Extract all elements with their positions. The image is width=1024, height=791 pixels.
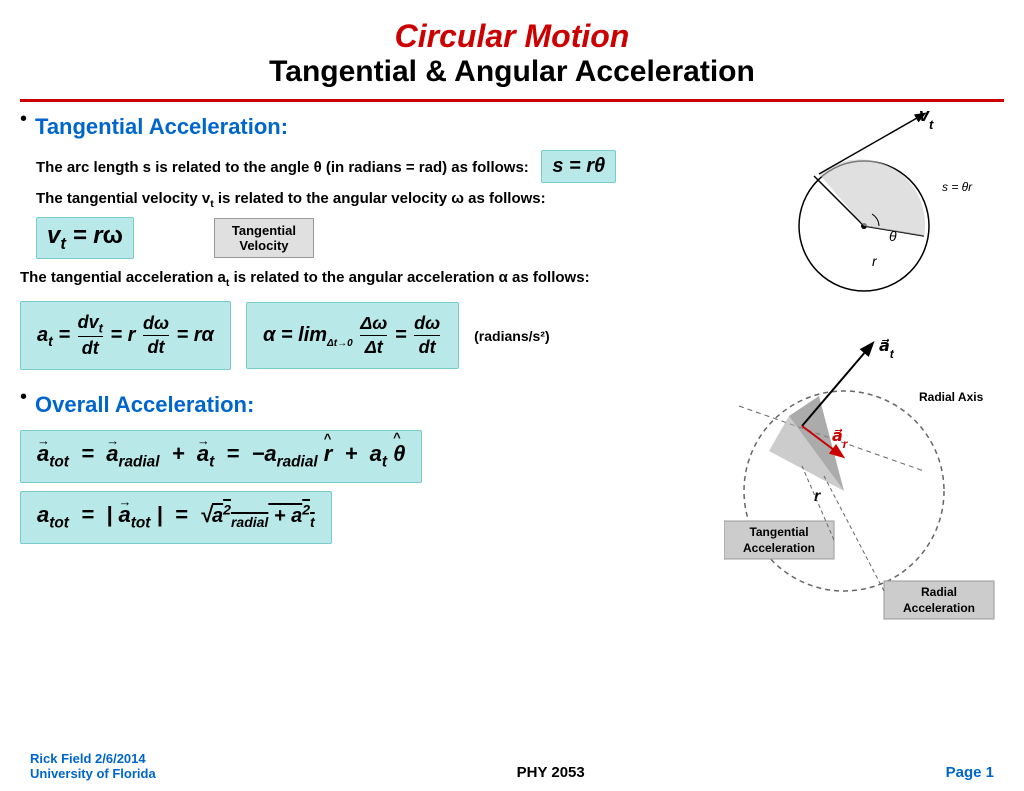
institution: University of Florida xyxy=(30,766,156,781)
tangential-velocity-label: TangentialVelocity xyxy=(214,218,314,258)
tangential-velocity-diagram: vt s = θr θ r xyxy=(724,96,1004,296)
svg-text:a⃗t: a⃗t xyxy=(879,338,895,361)
radians-label: (radians/s²) xyxy=(474,328,549,344)
svg-text:Acceleration: Acceleration xyxy=(743,541,815,555)
svg-text:Tangential: Tangential xyxy=(749,525,808,539)
section2-header: • Overall Acceleration: xyxy=(20,384,709,422)
formula-at-full: at = dvt dt = r dω dt = rα xyxy=(20,301,231,371)
formula-alpha-lim: α = limΔt→0 Δω Δt = dω dt xyxy=(246,302,459,369)
header: Circular Motion Tangential & Angular Acc… xyxy=(0,0,1024,95)
bullet2: • xyxy=(20,386,27,409)
course-code: PHY 2053 xyxy=(517,764,585,781)
sub-title: Tangential & Angular Acceleration xyxy=(0,55,1024,89)
formula-atot-vector: → a tot = → a radial + → a t = −aradial xyxy=(20,430,422,482)
svg-text:s = θr: s = θr xyxy=(942,180,973,194)
formula-vt-romega: vt = rω xyxy=(36,217,134,259)
section1-header: • Tangential Acceleration: xyxy=(20,106,709,144)
footer: Rick Field 2/6/2014 University of Florid… xyxy=(0,751,1024,781)
page-number: Page 1 xyxy=(946,764,994,781)
main-title: Circular Motion xyxy=(0,18,1024,55)
svg-text:a⃗r: a⃗r xyxy=(832,428,849,451)
page: Circular Motion Tangential & Angular Acc… xyxy=(0,0,1024,791)
formula-s-rtheta: s = rθ xyxy=(541,150,616,183)
tang-accel-desc: The tangential acceleration at is relate… xyxy=(20,269,709,289)
formula-atot-magnitude: atot = | → a tot | = √a2radial + a2t xyxy=(20,491,332,544)
acceleration-diagram: Radial Axis r a⃗t xyxy=(724,306,1004,636)
author-name: Rick Field 2/6/2014 xyxy=(30,751,156,766)
svg-text:r: r xyxy=(872,253,878,269)
svg-text:Radial: Radial xyxy=(921,585,957,599)
footer-author-info: Rick Field 2/6/2014 University of Florid… xyxy=(30,751,156,781)
svg-text:Radial Axis: Radial Axis xyxy=(919,390,984,404)
bullet1: • xyxy=(20,108,27,131)
section1-title: Tangential Acceleration: xyxy=(35,114,288,140)
tangential-vel-desc: The tangential velocity vt is related to… xyxy=(36,190,709,210)
svg-text:Acceleration: Acceleration xyxy=(903,601,975,615)
svg-text:r: r xyxy=(814,488,821,505)
arc-length-desc: The arc length s is related to the angle… xyxy=(36,146,709,187)
section2-title: Overall Acceleration: xyxy=(35,392,254,418)
svg-text:vt: vt xyxy=(919,105,934,132)
svg-text:θ: θ xyxy=(889,228,897,244)
